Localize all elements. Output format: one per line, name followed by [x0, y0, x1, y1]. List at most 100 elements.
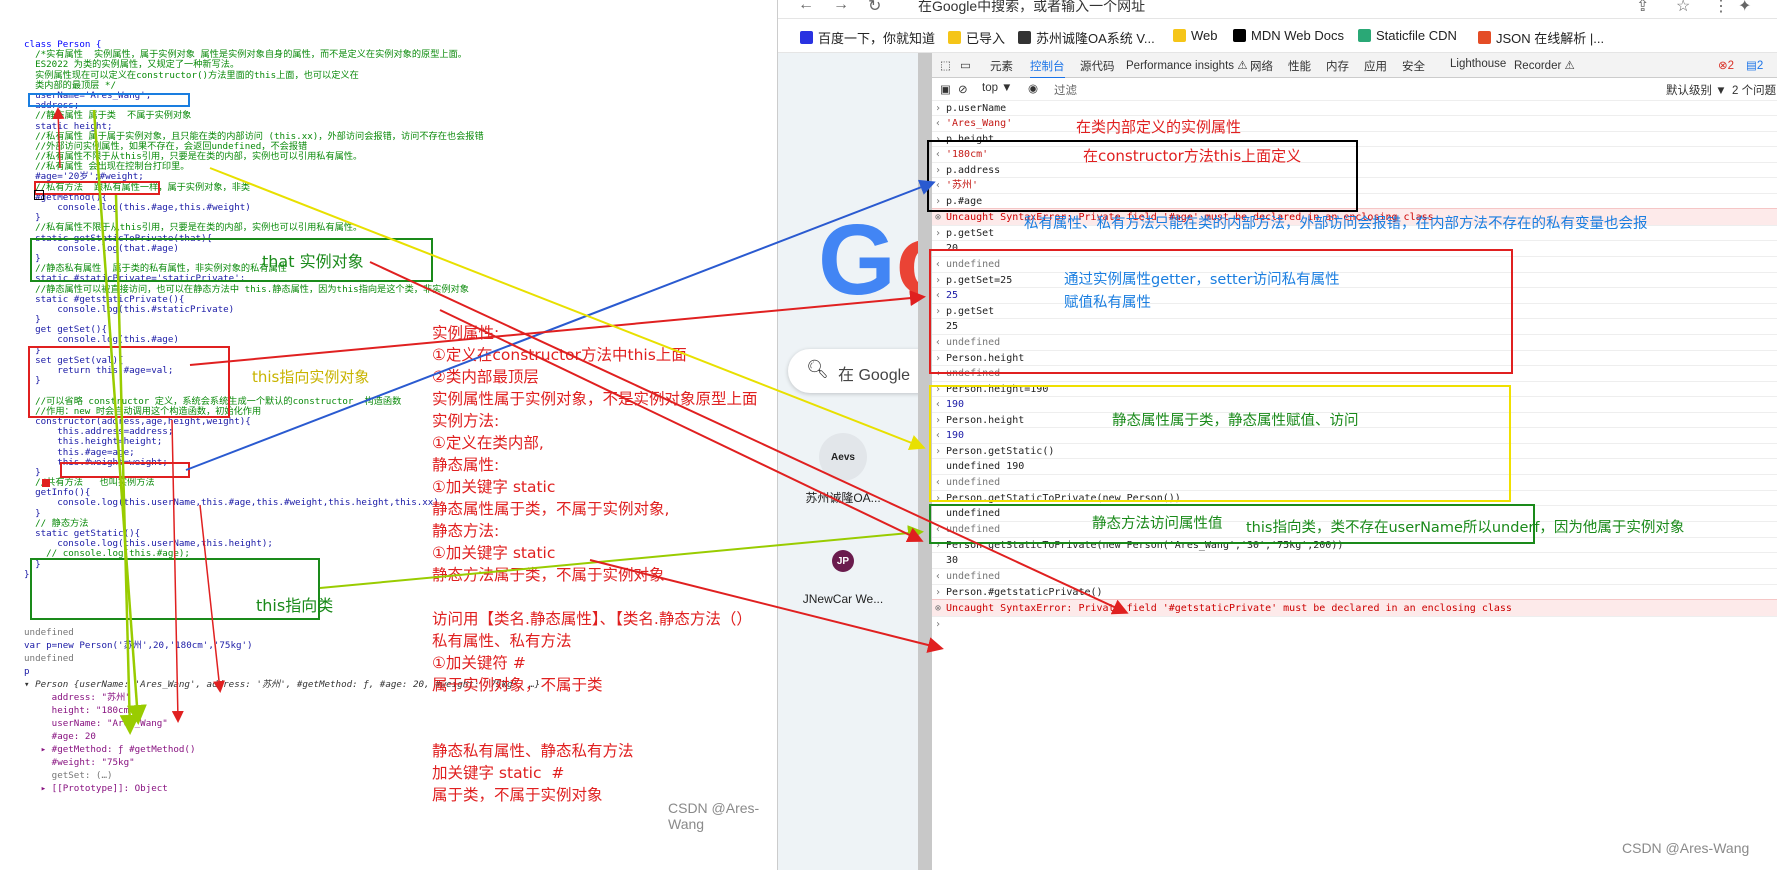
tab-security[interactable]: 安全: [1402, 58, 1425, 74]
bookmarks-bar: 百度一下，你就知道 已导入 苏州诚隆OA系统 V... Web MDN Web …: [778, 20, 1777, 53]
context-selector[interactable]: top ▼: [982, 82, 1013, 94]
star-icon[interactable]: ☆: [1676, 0, 1690, 16]
devtools-tabbar: ⬚ ▭ 元素 控制台 源代码 Performance insights ⚠ 网络…: [932, 53, 1777, 79]
address-input[interactable]: 在Google中搜索，或者输入一个网址: [918, 0, 1145, 16]
inspect-icon[interactable]: ⬚: [940, 58, 951, 72]
ann-getter-setter-1: 通过实例属性getter，setter访问私有属性: [1064, 272, 1340, 288]
baidu-icon: [800, 31, 813, 44]
code-line: console.log(this.userName,this.#age,this…: [24, 497, 439, 509]
tab-recorder[interactable]: Recorder ⚠: [1514, 58, 1575, 72]
prompt-chevron-icon: ‹: [935, 118, 942, 129]
search-icon: 🔍︎: [806, 359, 829, 379]
ann-static: 静态属性属于类，静态属性赋值、访问: [1112, 413, 1359, 429]
code-line: console.log(this.#age): [24, 334, 179, 346]
console-filter-bar: ▣ ⊘ top ▼ ◉ 过滤 默认级别 ▼ 2 个问题: [932, 78, 1777, 101]
bookmark-imported[interactable]: 已导入: [948, 28, 1005, 47]
console-line-text: 30: [946, 555, 959, 566]
bookmark-web[interactable]: Web: [1173, 28, 1218, 43]
console-line: ‹ 'Ares_Wang': [932, 115, 1777, 131]
shortcut-jnewcar[interactable]: JP JNewCar We...: [788, 538, 898, 606]
oa-icon: [1018, 31, 1031, 44]
ann-this-class-right: this指向类，类不存在userName所以underf，因为他属于实例对象: [1246, 520, 1685, 536]
userName-box: [28, 93, 190, 107]
tab-performance-insights[interactable]: Performance insights ⚠: [1126, 58, 1248, 72]
watermark-right: CSDN @Ares-Wang: [1622, 840, 1750, 856]
code-line: }: [24, 507, 41, 519]
console-line: ›: [932, 616, 1777, 632]
code-line: //共有方法 也叫实例方法: [24, 477, 155, 489]
console-line-text: p.userName: [946, 103, 1007, 114]
reload-icon[interactable]: ↻: [868, 0, 881, 16]
prompt-chevron-icon: ›: [935, 228, 942, 239]
getStaticToPrivate-box: [30, 238, 433, 282]
tab-performance[interactable]: 性能: [1288, 58, 1311, 74]
console-line: › p.userName: [932, 100, 1777, 115]
error-count-badge[interactable]: ⊗2: [1718, 58, 1734, 72]
bookmark-oa[interactable]: 苏州诚隆OA系统 V...: [1018, 28, 1155, 47]
bookmark-baidu[interactable]: 百度一下，你就知道: [800, 28, 935, 47]
bookmark-json[interactable]: JSON 在线解析 |...: [1478, 28, 1604, 47]
prompt-chevron-icon: ›: [935, 619, 942, 630]
prompt-chevron-icon: ›: [935, 103, 942, 114]
tab-memory[interactable]: 内存: [1326, 58, 1349, 74]
share-icon[interactable]: ⇪: [1636, 0, 1649, 16]
eye-icon[interactable]: ◉: [1028, 81, 1038, 95]
tab-sources[interactable]: 源代码: [1080, 58, 1115, 74]
watermark-left: CSDN @Ares-Wang: [668, 800, 760, 832]
menu-icon[interactable]: ⋮: [1713, 0, 1729, 16]
ann-this-instance: this指向实例对象: [252, 368, 370, 386]
notes-text: 实例属性: ①定义在constructor方法中this上面 ②类内部最顶层 实…: [432, 324, 758, 804]
console-line: › Person.#getstaticPrivate(): [932, 584, 1777, 599]
back-icon[interactable]: ←: [798, 0, 814, 14]
code-line: this.height=height;: [24, 436, 163, 448]
extensions-icon[interactable]: ✦: [1738, 0, 1751, 16]
constructor-this-box: [60, 462, 190, 478]
tab-elements[interactable]: 元素: [990, 58, 1013, 74]
code-line: //静态属性 属于类 不属于实例对象: [24, 110, 192, 122]
console-line-text: 'Ares_Wang': [946, 118, 1013, 129]
console-line-text: p.getSet: [946, 228, 995, 239]
oa-shortcut-icon: Aevs: [819, 433, 867, 481]
folder-icon: [1173, 29, 1186, 42]
tab-console[interactable]: 控制台: [1030, 58, 1065, 79]
breakpoint-marker: [34, 190, 44, 200]
ann-static-method: 静态方法访问属性值: [1092, 516, 1223, 532]
issues-button[interactable]: 2 个问题: [1732, 82, 1776, 98]
getter-setter-box: [28, 346, 230, 418]
code-line: console.log(this.#age,this.#weight): [24, 202, 251, 213]
tab-network[interactable]: 网络: [1250, 58, 1273, 74]
console-line: ‹ undefined: [932, 568, 1777, 584]
static-prop-console-box: [929, 385, 1511, 502]
error-marker: [42, 479, 50, 487]
tab-lighthouse[interactable]: Lighthouse: [1450, 58, 1506, 70]
ann-this-class: this指向类: [256, 596, 334, 615]
level-selector[interactable]: 默认级别 ▼: [1666, 82, 1727, 98]
ann-constructor-this: 在constructor方法this上面定义: [1083, 147, 1302, 165]
message-count-badge[interactable]: ▤2: [1746, 58, 1763, 72]
error-icon: ⊗: [935, 603, 942, 614]
ann-that-instance: that 实例对象: [262, 252, 364, 271]
console-line-text: Uncaught SyntaxError: Private field '#ge…: [946, 603, 1512, 614]
shortcut-oa[interactable]: Aevs 苏州诚隆OA...: [788, 433, 898, 506]
code-panel: class Person { /*实有属性 实例属性，属于实例对象 属性是实例对…: [0, 0, 776, 870]
tab-application[interactable]: 应用: [1364, 58, 1387, 74]
address-bar: ← → ↻ 在Google中搜索，或者输入一个网址 ⇪ ☆ ⋮ ✦: [778, 0, 1777, 19]
prompt-chevron-icon: ‹: [935, 571, 942, 582]
console-line: 30: [932, 552, 1777, 568]
filter-input[interactable]: 过滤: [1054, 82, 1077, 98]
bookmark-mdn[interactable]: MDN Web Docs: [1233, 28, 1344, 43]
private-field-box: [34, 181, 160, 195]
jnewcar-shortcut-icon: JP: [832, 550, 854, 572]
forward-icon[interactable]: →: [833, 0, 849, 14]
device-toggle-icon[interactable]: ▭: [960, 58, 971, 72]
prompt-chevron-icon: ›: [935, 587, 942, 598]
code-block: class Person { /*实有属性 实例属性，属于实例对象 属性是实例对…: [24, 39, 484, 580]
ann-getter-setter-2: 赋值私有属性: [1064, 295, 1151, 311]
clear-console-icon[interactable]: ⊘: [958, 82, 968, 96]
json-icon: [1478, 31, 1491, 44]
google-search-box[interactable]: 🔍︎ 在 Google: [788, 349, 918, 393]
console-line-text: Person.#getstaticPrivate(): [946, 587, 1103, 598]
bookmark-staticfile[interactable]: Staticfile CDN: [1358, 28, 1457, 43]
google-logo: Go: [818, 204, 918, 316]
sidebar-toggle-icon[interactable]: ▣: [940, 82, 951, 96]
